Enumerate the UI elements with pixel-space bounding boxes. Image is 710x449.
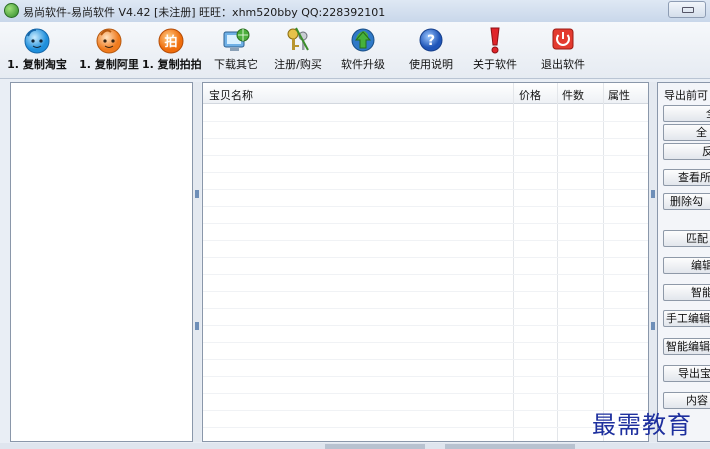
column-divider [513,83,514,441]
minimize-icon [682,7,694,13]
app-logo-icon [4,3,19,18]
help-icon: ? [416,26,446,54]
power-icon [548,26,578,54]
table-row-line [203,155,648,156]
export-options-title: 导出前可 [664,89,708,102]
exit-software-button[interactable]: 退出软件 [536,24,590,72]
table-row-line [203,240,648,241]
column-divider [557,83,558,441]
select-all-button-2[interactable]: 全 [663,124,710,141]
register-buy-label: 注册/购买 [274,58,322,71]
download-other-label: 下载其它 [214,58,258,71]
table-row-line [203,274,648,275]
table-row-line [203,206,648,207]
category-tree-panel[interactable] [10,82,193,442]
table-row-line [203,308,648,309]
table-row-line [203,359,648,360]
register-buy-button[interactable]: 注册/购买 [271,24,325,72]
splitter-arrow-icon [195,190,199,198]
about-software-label: 关于软件 [473,58,517,71]
table-row-line [203,427,648,428]
invert-selection-button[interactable]: 反 [663,143,710,160]
column-divider [603,83,604,441]
copy-paipai-label: 1. 复制拍拍 [142,58,202,71]
download-other-button[interactable]: 下载其它 [211,24,261,72]
svg-text:拍: 拍 [164,34,177,50]
table-row-line [203,376,648,377]
table-row-line [203,223,648,224]
table-row-line [203,172,648,173]
table-row-line [203,257,648,258]
watermark-text: 最需教育 [592,411,692,439]
manual-edit-button[interactable]: 手工编辑 [663,310,710,327]
svg-text:?: ? [427,33,435,49]
table-row-line [203,121,648,122]
splitter-arrow-icon [651,322,655,330]
table-row-line [203,325,648,326]
exclamation-icon [480,26,510,54]
user-manual-button[interactable]: ? 使用说明 [405,24,457,72]
horizontal-scrollbar-2[interactable] [445,444,575,449]
smart-button[interactable]: 智能 [663,284,710,301]
column-header-name[interactable]: 宝贝名称 [209,87,253,103]
main-toolbar: 1. 复制淘宝 1. 复制阿里 拍 1. 复制拍拍 下载其它 注册/购买 软件升… [0,22,710,79]
upgrade-arrow-icon [348,26,378,54]
horizontal-scrollbar[interactable] [325,444,425,449]
smart-edit-button[interactable]: 智能编辑 [663,338,710,355]
match-button[interactable]: 匹配 [663,230,710,247]
left-splitter[interactable] [193,82,201,442]
table-row-line [203,393,648,394]
table-row-line [203,342,648,343]
table-row-line [203,410,648,411]
column-header-price[interactable]: 价格 [519,87,541,103]
export-options-panel: 导出前可 全 全 反 查看所 删除勾 匹配 编辑 智能 手工编辑 智能编辑 导出… [657,82,710,442]
table-row-line [203,291,648,292]
about-software-button[interactable]: 关于软件 [468,24,522,72]
view-all-button[interactable]: 查看所 [663,169,710,186]
splitter-arrow-icon [195,322,199,330]
column-header-quantity[interactable]: 件数 [562,87,584,103]
copy-paipai-button[interactable]: 拍 1. 复制拍拍 [142,24,202,72]
window-title: 易尚软件-易尚软件 V4.42 [未注册] 旺旺：xhm520bby QQ:22… [23,6,386,19]
column-header-attributes[interactable]: 属性 [608,87,630,103]
select-all-button[interactable]: 全 [663,105,710,122]
product-table[interactable]: 宝贝名称 价格 件数 属性 [202,82,649,442]
computer-globe-icon [221,26,251,54]
taobao-icon [22,26,52,54]
copy-taobao-label: 1. 复制淘宝 [7,58,67,71]
export-options-frame: 导出前可 全 全 反 查看所 删除勾 匹配 编辑 智能 手工编辑 智能编辑 导出… [657,82,710,442]
table-header: 宝贝名称 价格 件数 属性 [203,83,648,104]
table-row-line [203,138,648,139]
alibaba-icon [94,26,124,54]
software-upgrade-label: 软件升级 [341,58,385,71]
copy-taobao-button[interactable]: 1. 复制淘宝 [2,24,72,72]
software-upgrade-button[interactable]: 软件升级 [337,24,389,72]
copy-alibaba-button[interactable]: 1. 复制阿里 [74,24,144,72]
paipai-icon: 拍 [156,26,186,54]
title-bar: 易尚软件-易尚软件 V4.42 [未注册] 旺旺：xhm520bby QQ:22… [0,0,710,23]
delete-checked-button[interactable]: 删除勾 [663,193,710,210]
table-row-line [203,189,648,190]
minimize-button[interactable] [668,1,706,18]
right-splitter[interactable] [649,82,657,442]
copy-alibaba-label: 1. 复制阿里 [79,58,139,71]
export-items-button[interactable]: 导出宝 [663,365,710,382]
user-manual-label: 使用说明 [409,58,453,71]
splitter-arrow-icon [651,190,655,198]
exit-software-label: 退出软件 [541,58,585,71]
keys-icon [283,26,313,54]
edit-button[interactable]: 编辑 [663,257,710,274]
